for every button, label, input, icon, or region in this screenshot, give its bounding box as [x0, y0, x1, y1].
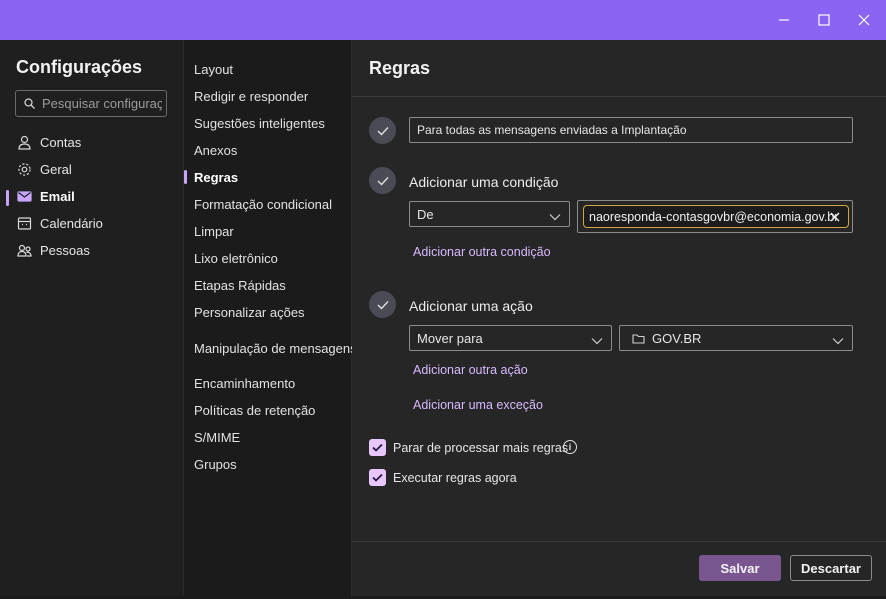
sub-item-encaminhamento[interactable]: Encaminhamento	[194, 376, 295, 391]
nav-item-geral[interactable]: Geral	[0, 156, 183, 182]
nav-item-calendario[interactable]: Calendário	[0, 210, 183, 236]
action-type-dropdown[interactable]: Mover para	[409, 325, 612, 351]
nav-item-contas[interactable]: Contas	[0, 129, 183, 155]
settings-dialog: Configurações Contas Geral Email Calendá…	[0, 40, 886, 599]
search-icon	[24, 98, 35, 109]
mail-icon	[17, 190, 32, 202]
remove-chip-button[interactable]	[830, 211, 840, 225]
discard-button[interactable]: Descartar	[790, 555, 872, 581]
email-chip-label: naoresponda-contasgovbr@economia.gov.br	[589, 209, 839, 224]
add-action-link[interactable]: Adicionar outra ação	[413, 363, 528, 377]
step-action-indicator	[369, 291, 396, 318]
checkmark-icon	[377, 176, 389, 186]
nav-item-label: Contas	[40, 134, 82, 150]
checkmark-icon	[372, 473, 383, 482]
email-settings-pane: Layout Redigir e responder Sugestões int…	[183, 40, 357, 596]
sub-item-lixo[interactable]: Lixo eletrônico	[194, 251, 278, 266]
minimize-icon	[779, 19, 789, 21]
condition-heading: Adicionar uma condição	[409, 174, 559, 190]
people-icon	[17, 244, 32, 257]
folder-icon	[632, 333, 645, 344]
settings-categories-pane: Configurações Contas Geral Email Calendá…	[0, 40, 183, 596]
chevron-down-icon	[591, 333, 603, 348]
close-icon	[858, 14, 870, 26]
run-now-label: Executar regras agora	[393, 471, 517, 485]
sub-item-redigir[interactable]: Redigir e responder	[194, 89, 308, 104]
sub-item-regras[interactable]: Regras	[194, 170, 238, 185]
rule-editor: Regras Para todas as mensagens enviadas …	[352, 40, 886, 596]
stop-processing-label: Parar de processar mais regras	[393, 441, 569, 455]
nav-item-pessoas[interactable]: Pessoas	[0, 237, 183, 263]
active-indicator	[184, 170, 187, 184]
search-box[interactable]	[15, 90, 167, 117]
info-glyph: i	[568, 442, 572, 452]
nav-item-label: Pessoas	[40, 242, 90, 258]
checkmark-icon	[377, 300, 389, 310]
sub-item-manipulacao[interactable]: Manipulação de mensagens	[194, 341, 357, 356]
nav-item-label: Geral	[40, 161, 72, 177]
run-now-checkbox[interactable]	[369, 469, 386, 486]
folder-value: GOV.BR	[652, 330, 702, 346]
rule-name-field[interactable]: Para todas as mensagens enviadas a Impla…	[409, 117, 853, 143]
gear-icon	[18, 162, 31, 176]
sub-item-layout[interactable]: Layout	[194, 62, 233, 77]
sub-item-smime[interactable]: S/MIME	[194, 430, 240, 445]
action-type-value: Mover para	[417, 330, 483, 346]
footer-divider	[352, 541, 886, 542]
chevron-down-icon	[832, 333, 844, 348]
sub-item-personalizar[interactable]: Personalizar ações	[194, 305, 305, 320]
nav-item-email[interactable]: Email	[0, 183, 183, 209]
title-bar	[0, 0, 886, 40]
sub-item-anexos[interactable]: Anexos	[194, 143, 237, 158]
person-icon	[18, 135, 31, 150]
search-input[interactable]	[42, 96, 162, 111]
step-condition-indicator	[369, 167, 396, 194]
checkmark-icon	[377, 126, 389, 136]
nav-item-label: Email	[40, 188, 75, 204]
divider	[352, 96, 886, 97]
condition-type-dropdown[interactable]: De	[409, 201, 570, 227]
close-icon	[830, 212, 840, 222]
condition-value-field[interactable]: naoresponda-contasgovbr@economia.gov.br	[577, 200, 853, 233]
stop-processing-checkbox[interactable]	[369, 439, 386, 456]
nav-item-label: Calendário	[40, 215, 103, 231]
rule-name-value: Para todas as mensagens enviadas a Impla…	[417, 123, 687, 137]
maximize-icon	[818, 14, 830, 26]
sub-item-politicas[interactable]: Políticas de retenção	[194, 403, 315, 418]
folder-dropdown[interactable]: GOV.BR	[619, 325, 853, 351]
email-chip[interactable]: naoresponda-contasgovbr@economia.gov.br	[583, 205, 849, 228]
action-heading: Adicionar uma ação	[409, 298, 533, 314]
sub-item-formatacao[interactable]: Formatação condicional	[194, 197, 332, 212]
sub-item-sugestoes[interactable]: Sugestões inteligentes	[194, 116, 325, 131]
minimize-button[interactable]	[764, 0, 804, 40]
close-window-button[interactable]	[844, 0, 884, 40]
maximize-button[interactable]	[804, 0, 844, 40]
checkmark-icon	[372, 443, 383, 452]
info-icon[interactable]: i	[563, 440, 577, 454]
chevron-down-icon	[549, 209, 561, 224]
add-condition-link[interactable]: Adicionar outra condição	[413, 245, 551, 259]
add-exception-link[interactable]: Adicionar uma exceção	[413, 398, 543, 412]
sub-item-etapas[interactable]: Etapas Rápidas	[194, 278, 286, 293]
step-name-indicator	[369, 117, 396, 144]
sub-item-grupos[interactable]: Grupos	[194, 457, 237, 472]
settings-title: Configurações	[16, 57, 143, 77]
sub-item-limpar[interactable]: Limpar	[194, 224, 234, 239]
page-title: Regras	[369, 58, 431, 78]
calendar-icon	[17, 216, 32, 230]
condition-type-value: De	[417, 206, 434, 222]
save-button[interactable]: Salvar	[699, 555, 781, 581]
